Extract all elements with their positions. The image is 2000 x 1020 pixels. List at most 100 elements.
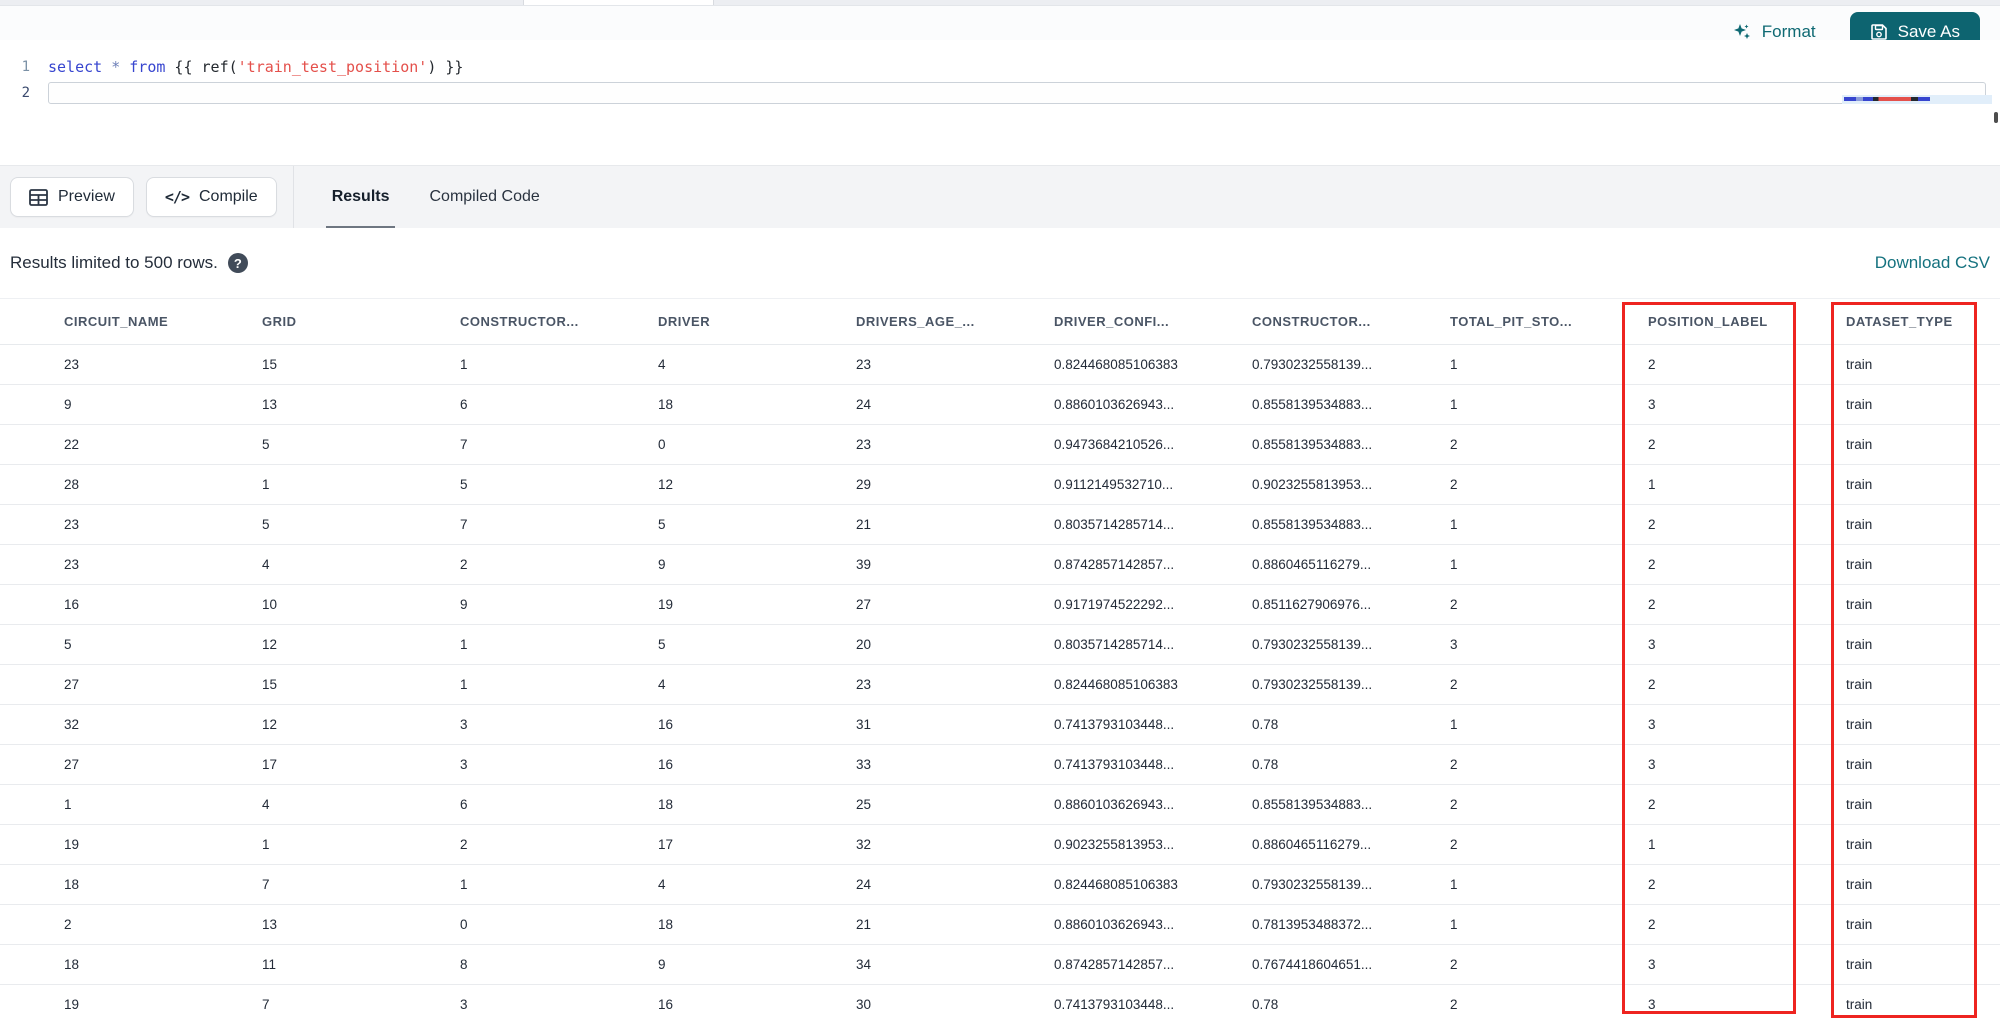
sql-editor[interactable]: 1 select * from {{ ref('train_test_positi… — [0, 40, 2000, 165]
table-cell: train — [1846, 877, 1873, 892]
table-row[interactable]: 18 11 8 9 34 0.8742857142857... 0.767441860465… — [0, 945, 2000, 985]
results-table: CIRCUIT_NAME GRID CONSTRUCTOR... DRIVER DRIV… — [0, 298, 2000, 1020]
sparkles-icon — [1732, 22, 1752, 42]
column-header[interactable]: TOTAL_PIT_STO... — [1450, 314, 1648, 329]
result-tabs: Results Compiled Code — [312, 166, 560, 229]
table-cell: 20 — [856, 637, 872, 652]
table-row[interactable]: 23 4 2 9 39 0.8742857142857... 0.8860465116279… — [0, 545, 2000, 585]
table-cell: 15 — [262, 357, 278, 372]
table-cell: 16 — [658, 757, 674, 772]
compile-button[interactable]: </> Compile — [145, 177, 277, 217]
scrollbar-thumb[interactable] — [1994, 112, 1998, 123]
column-header[interactable]: DRIVER — [658, 314, 856, 329]
table-cell: 17 — [262, 757, 278, 772]
table-header: CIRCUIT_NAME GRID CONSTRUCTOR... DRIVER DRIV… — [0, 298, 2000, 345]
table-row[interactable]: 23 15 1 4 23 0.824468085106383 0.7930232558139… — [0, 345, 2000, 385]
table-row[interactable]: 9 13 6 18 24 0.8860103626943... 0.855813953488… — [0, 385, 2000, 425]
active-editor-tab[interactable] — [523, 0, 714, 5]
table-row[interactable]: 27 15 1 4 23 0.824468085106383 0.7930232558139… — [0, 665, 2000, 705]
column-header[interactable]: CONSTRUCTOR... — [1252, 314, 1450, 329]
table-grid-icon — [29, 188, 48, 206]
table-cell: train — [1846, 837, 1873, 852]
table-cell: 1 — [1450, 357, 1458, 372]
table-cell: 0.8511627906976... — [1252, 597, 1372, 612]
table-cell: 6 — [460, 797, 468, 812]
table-cell: 4 — [658, 357, 666, 372]
active-line-box[interactable] — [48, 82, 1986, 104]
code-line[interactable]: 1 select * from {{ ref('train_test_positi… — [0, 54, 2000, 80]
table-row[interactable]: 1 4 6 18 25 0.8860103626943... 0.8558139534883… — [0, 785, 2000, 825]
table-row[interactable]: 2 13 0 18 21 0.8860103626943... 0.781395348837… — [0, 905, 2000, 945]
table-cell: 1 — [1450, 717, 1458, 732]
download-csv-link[interactable]: Download CSV — [1875, 253, 1990, 273]
table-row[interactable]: 18 7 1 4 24 0.824468085106383 0.7930232558139.… — [0, 865, 2000, 905]
editor-minimap[interactable] — [1842, 95, 1992, 104]
minimap-code-line — [1844, 97, 1930, 101]
table-cell: 0.8558139534883... — [1252, 517, 1373, 532]
table-row[interactable]: 16 10 9 19 27 0.9171974522292... 0.85116279069… — [0, 585, 2000, 625]
table-cell: 1 — [1450, 917, 1458, 932]
table-cell: 4 — [658, 877, 666, 892]
table-row[interactable]: 23 5 7 5 21 0.8035714285714... 0.8558139534883… — [0, 505, 2000, 545]
table-cell: 23 — [856, 437, 872, 452]
table-cell: 0.7813953488372... — [1252, 917, 1373, 932]
column-header[interactable]: GRID — [262, 314, 460, 329]
table-row[interactable]: 32 12 3 16 31 0.7413793103448... 0.78 1 3 train — [0, 705, 2000, 745]
table-cell: 23 — [856, 357, 872, 372]
table-cell: train — [1846, 917, 1873, 932]
table-cell: train — [1846, 357, 1873, 372]
column-header[interactable]: DATASET_TYPE — [1846, 314, 2000, 329]
preview-button[interactable]: Preview — [10, 177, 134, 217]
table-cell: train — [1846, 397, 1873, 412]
table-row[interactable]: 19 1 2 17 32 0.9023255813953... 0.886046511627… — [0, 825, 2000, 865]
tab-results[interactable]: Results — [312, 166, 410, 229]
line-number: 2 — [21, 85, 30, 101]
table-cell: 34 — [856, 957, 872, 972]
table-cell: 1 — [1450, 877, 1458, 892]
column-header[interactable]: DRIVER_CONFI... — [1054, 314, 1252, 329]
table-cell: 2 — [1450, 437, 1458, 452]
column-header[interactable]: CIRCUIT_NAME — [64, 314, 262, 329]
table-cell: 17 — [658, 837, 674, 852]
table-row[interactable]: 27 17 3 16 33 0.7413793103448... 0.78 2 3 train — [0, 745, 2000, 785]
table-cell: 2 — [460, 557, 468, 572]
table-cell: train — [1846, 597, 1873, 612]
code-brackets-icon: </> — [164, 188, 190, 206]
table-cell: 0.7930232558139... — [1252, 877, 1373, 892]
table-cell: 2 — [1450, 757, 1458, 772]
tab-compiled-code[interactable]: Compiled Code — [409, 166, 559, 229]
table-cell: 7 — [262, 877, 270, 892]
table-cell: 0.824468085106383 — [1054, 357, 1178, 372]
table-row[interactable]: 22 5 7 0 23 0.9473684210526... 0.8558139534883… — [0, 425, 2000, 465]
table-row[interactable]: 5 12 1 5 20 0.8035714285714... 0.7930232558139… — [0, 625, 2000, 665]
code-line[interactable]: 2 — [0, 80, 2000, 106]
table-cell: 8 — [460, 957, 468, 972]
table-cell: 21 — [856, 517, 872, 532]
column-header[interactable]: POSITION_LABEL — [1648, 314, 1846, 329]
table-body: 23 15 1 4 23 0.824468085106383 0.7930232558139… — [0, 345, 2000, 1020]
table-row[interactable]: 28 1 5 12 29 0.9112149532710... 0.902325581395… — [0, 465, 2000, 505]
table-cell: 1 — [1648, 477, 1656, 492]
table-cell: 3 — [1648, 637, 1656, 652]
results-toolbar: Preview </> Compile Results Compiled Code — [0, 165, 2000, 229]
table-cell: train — [1846, 637, 1873, 652]
table-cell: train — [1846, 557, 1873, 572]
table-cell: train — [1846, 957, 1873, 972]
table-cell: 3 — [1450, 637, 1458, 652]
column-header[interactable]: CONSTRUCTOR... — [460, 314, 658, 329]
table-cell: 2 — [1648, 517, 1656, 532]
table-cell: 1 — [460, 677, 468, 692]
table-cell: 0.78 — [1252, 997, 1279, 1012]
table-cell: 19 — [64, 997, 80, 1012]
table-cell: 12 — [262, 717, 278, 732]
table-cell: 18 — [658, 397, 674, 412]
format-button[interactable]: Format — [1732, 22, 1816, 42]
table-row[interactable]: 19 7 3 16 30 0.7413793103448... 0.78 2 3 train — [0, 985, 2000, 1020]
column-header[interactable]: DRIVERS_AGE_... — [856, 314, 1054, 329]
line-number: 1 — [21, 59, 30, 75]
table-cell: 18 — [64, 877, 80, 892]
help-icon[interactable]: ? — [227, 253, 248, 273]
table-cell: 22 — [64, 437, 80, 452]
code-text[interactable]: select * from {{ ref('train_test_positio… — [48, 58, 463, 76]
table-cell: 1 — [1450, 557, 1458, 572]
